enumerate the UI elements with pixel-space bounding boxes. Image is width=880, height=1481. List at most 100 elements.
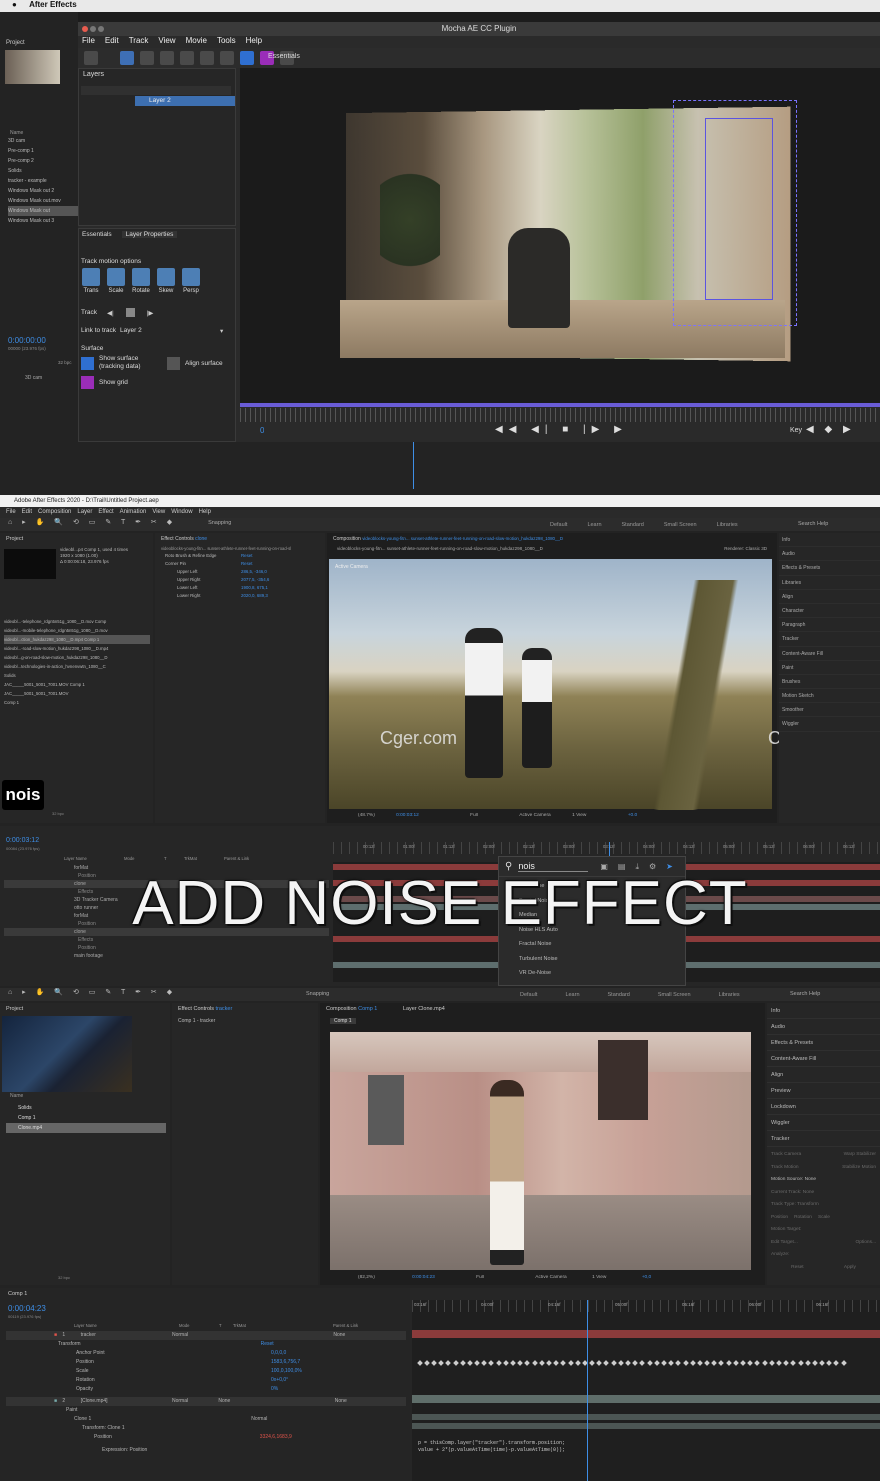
clone1-group[interactable]: Clone 1 — [74, 1416, 91, 1422]
panel-content-aware-fill[interactable]: Content-Aware Fill — [767, 1051, 880, 1067]
property-value[interactable]: 0x+0,0° — [271, 1377, 288, 1383]
tool-icons[interactable]: ⌂ ▸ ✋ 🔍 ⟲ ▭ ✎ T ✒ ✂ ◆ — [8, 989, 176, 996]
resolution-select[interactable]: Full — [476, 1275, 484, 1280]
search-help[interactable]: Search Help — [798, 521, 828, 527]
project-item[interactable]: Solids — [4, 671, 150, 680]
snapping-toggle[interactable]: Snapping — [208, 520, 231, 526]
panel-effects-presets[interactable]: Effects & Presets — [767, 1035, 880, 1051]
effect-controls-tab[interactable]: Effect Controls — [178, 1006, 214, 1012]
panel-character[interactable]: Character — [779, 604, 880, 619]
workspace-learn[interactable]: Learn — [587, 522, 601, 528]
renderer-readout[interactable]: Renderer: Classic 3D — [724, 546, 767, 551]
transform-clone-group[interactable]: Transform: Clone 1 — [82, 1425, 125, 1431]
project-item[interactable]: videobl...ction_hukdaz298_1080__D.mp4 Co… — [4, 635, 150, 644]
show-grid-label[interactable]: Show grid — [99, 379, 128, 386]
keyframe-icon[interactable] — [546, 1360, 552, 1366]
column-header[interactable]: TrkMat — [184, 856, 224, 861]
comp-viewer-controls[interactable]: (48.7%) 0:00:03:12 Full Active Camera 1 … — [330, 813, 775, 818]
tab-layer-properties[interactable]: Layer Properties — [121, 231, 178, 238]
tracker-layer-bar[interactable] — [412, 1330, 880, 1338]
playback-controls[interactable]: ◀◀ ◀| ■ |▶ ▶ — [495, 424, 628, 435]
property-value[interactable]: 0,0,0,0 — [271, 1350, 286, 1356]
keyframe-icon[interactable] — [819, 1360, 825, 1366]
keyframe-icon[interactable] — [697, 1360, 703, 1366]
transform-property-row[interactable]: Rotation 0x+0,0° — [6, 1376, 406, 1385]
apple-icon[interactable]: ● — [12, 0, 17, 9]
grid-icon[interactable] — [81, 376, 94, 389]
edit-target-button[interactable]: Edit Target... — [771, 1237, 798, 1250]
keyframe-icon[interactable] — [618, 1360, 624, 1366]
rotation-checkbox[interactable]: Rotation — [794, 1212, 812, 1225]
project-item[interactable]: videobl...technologies-in-action_hvnenvw… — [4, 662, 150, 671]
hand-tool-icon[interactable] — [139, 51, 154, 65]
view-select[interactable]: 1 View — [572, 813, 586, 818]
pointer-tool-icon[interactable] — [119, 51, 134, 65]
exposure-value[interactable]: +0,0 — [642, 1275, 651, 1280]
workspace-libraries[interactable]: Libraries — [719, 992, 740, 998]
camera-select[interactable]: Active Camera — [519, 813, 550, 818]
expression-editor[interactable]: p = thisComp.layer("tracker").transform.… — [418, 1440, 565, 1454]
export-icon[interactable] — [84, 51, 98, 65]
panel-info[interactable]: Info — [767, 1003, 880, 1019]
align-surface-icon[interactable] — [167, 356, 180, 370]
keyframe-icon[interactable] — [675, 1360, 682, 1366]
position-keyframes[interactable] — [416, 1360, 876, 1366]
timeline-timecode[interactable]: 0:00:03:12 — [6, 837, 39, 844]
motion-source-select[interactable]: None — [805, 1177, 816, 1182]
effect-value[interactable]: 2020,0, 689,3 — [241, 592, 268, 600]
keyframe-icon[interactable] — [423, 1360, 430, 1366]
options-button[interactable]: Options... — [855, 1237, 876, 1250]
project-item[interactable]: Solids — [6, 1103, 166, 1113]
comp-viewer-controls[interactable]: (82,2%) 0:00:04:23 Full Active Camera 1 … — [322, 1275, 767, 1280]
keyframe-icon[interactable] — [826, 1360, 833, 1366]
expression-line-1[interactable]: p = thisComp.layer("tracker").transform.… — [418, 1440, 565, 1447]
keyframe-icon[interactable] — [517, 1360, 524, 1366]
keyframe-icon[interactable] — [833, 1360, 840, 1366]
column-header[interactable]: TrkMat — [233, 1323, 333, 1328]
keyframe-icon[interactable] — [589, 1360, 595, 1366]
workspace-default[interactable]: Default — [520, 992, 537, 998]
keyframe-icon[interactable] — [790, 1360, 797, 1366]
bpc-label[interactable]: 32 bpc — [52, 811, 64, 816]
workspace-learn[interactable]: Learn — [565, 992, 579, 998]
minimize-window-icon[interactable] — [90, 26, 96, 32]
bpc-label[interactable]: 32 bpc — [58, 360, 72, 365]
panel-info[interactable]: Info — [779, 533, 880, 548]
renderer-value[interactable]: Classic 3D — [745, 546, 767, 551]
project-tab[interactable]: Project — [0, 12, 78, 46]
panel-align[interactable]: Align — [779, 590, 880, 604]
transform-property-row[interactable]: Position 1583,6,756,7 — [6, 1358, 406, 1367]
menu-animation[interactable]: Animation — [120, 509, 147, 515]
menu-file[interactable]: File — [6, 509, 16, 515]
keyframe-icon[interactable] — [459, 1360, 466, 1366]
resolution-select[interactable]: Full — [470, 813, 478, 818]
column-header[interactable]: Layer Name — [74, 1323, 179, 1328]
keyframe-icon[interactable] — [804, 1360, 811, 1366]
effect-controls-tab[interactable]: Effect Controls — [161, 536, 194, 542]
keyframe-icon[interactable] — [668, 1360, 674, 1366]
keyframe-icon[interactable] — [740, 1360, 746, 1366]
key-controls[interactable]: ◀ ◆ ▶ — [806, 424, 855, 435]
track-forward-icon[interactable]: |▶ — [147, 309, 154, 317]
column-header[interactable]: T — [219, 1323, 233, 1328]
keyframe-icon[interactable] — [481, 1360, 488, 1366]
keyframe-icon[interactable] — [574, 1360, 581, 1366]
current-time-indicator[interactable] — [587, 1300, 588, 1481]
panel-lockdown[interactable]: Lockdown — [767, 1099, 880, 1115]
timeline-timecode[interactable]: 0:00:04:23 — [8, 1304, 46, 1313]
exposure-value[interactable]: +0.0 — [628, 813, 637, 818]
effect-row[interactable]: Corner Pin Reset — [161, 560, 319, 568]
viewer-timecode[interactable]: 0:00:04:23 — [412, 1275, 435, 1280]
workspace-small-screen[interactable]: Small Screen — [664, 522, 697, 528]
project-item[interactable]: Pre-comp 2 — [8, 156, 78, 166]
keyframe-icon[interactable] — [467, 1360, 473, 1366]
keyframe-icon[interactable] — [596, 1360, 603, 1366]
timeline-layer-row[interactable]: Position — [4, 944, 329, 952]
keyframe-icon[interactable] — [840, 1360, 847, 1366]
keyframe-icon[interactable] — [553, 1360, 559, 1366]
surface-tool-icon[interactable] — [239, 51, 254, 65]
link-to-track-select[interactable]: Layer 2 — [120, 327, 220, 335]
frame-field[interactable]: 0 — [260, 426, 264, 435]
keyframe-icon[interactable] — [567, 1360, 574, 1366]
menu-layer[interactable]: Layer — [77, 509, 92, 515]
